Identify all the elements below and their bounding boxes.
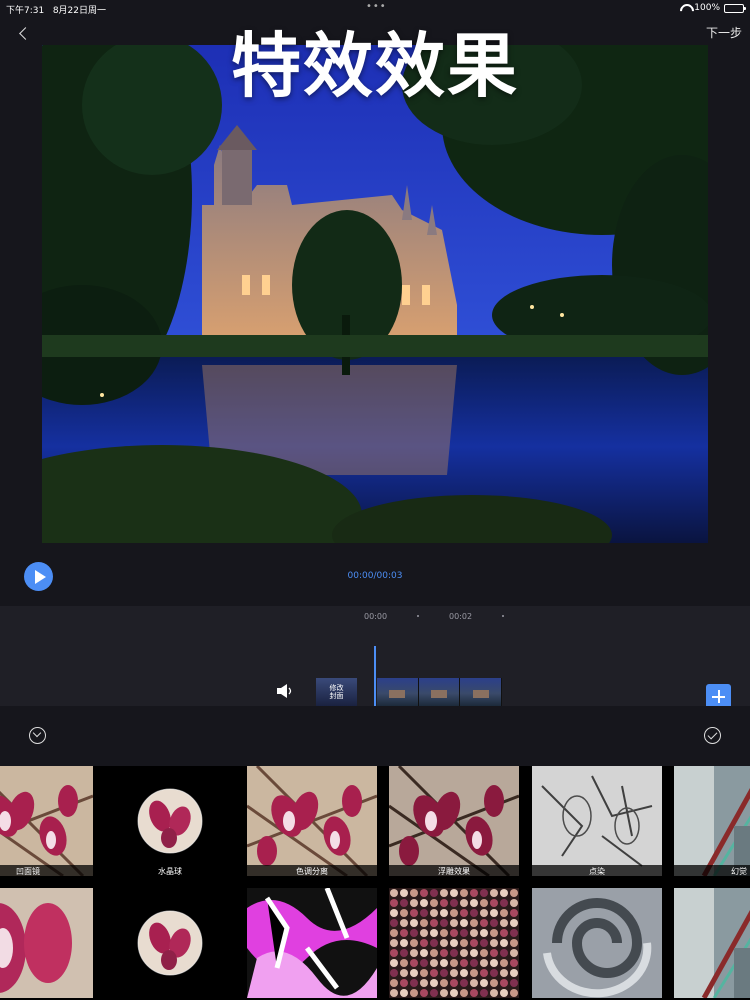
effects-panel-header: [0, 706, 750, 764]
speaker-icon[interactable]: [276, 684, 294, 698]
effect-label: 点染: [532, 865, 662, 876]
effect-thumbnail: [389, 888, 519, 998]
effect-item[interactable]: 凹面镜: [0, 766, 93, 876]
effect-item[interactable]: 幻觉: [674, 766, 750, 876]
effect-item[interactable]: [532, 888, 662, 998]
effect-thumbnail: [674, 766, 750, 876]
effect-item[interactable]: 水晶球: [105, 766, 235, 876]
effect-label: 幻觉: [674, 865, 750, 876]
video-clip[interactable]: [377, 678, 503, 706]
cover-label-line1: 修改: [329, 684, 344, 692]
cover-label-line2: 封面: [329, 692, 344, 700]
time-readout: 00:00/00:03: [347, 571, 403, 581]
timeline-tick-dot: [417, 615, 419, 617]
timeline[interactable]: 00:00 00:02 修改 封面: [0, 606, 750, 709]
effect-item[interactable]: [0, 888, 93, 998]
effect-thumbnail: [0, 888, 93, 998]
effect-thumbnail: [389, 766, 519, 876]
edit-cover-button[interactable]: 修改 封面: [316, 678, 357, 706]
effect-thumbnail: [0, 766, 93, 876]
effect-item[interactable]: [389, 888, 519, 998]
clip-frame: [377, 678, 419, 706]
effect-item[interactable]: 色调分离: [247, 766, 377, 876]
effect-label: 凹面镜: [0, 865, 93, 876]
effect-thumbnail: [532, 888, 662, 998]
effect-label: 色调分离: [247, 865, 377, 876]
effect-thumbnail: [247, 766, 377, 876]
video-preview[interactable]: [42, 45, 708, 543]
effect-thumbnail: [105, 766, 235, 876]
clip-frame: [418, 678, 461, 706]
collapse-icon[interactable]: [29, 727, 46, 744]
timeline-tick: 00:02: [449, 612, 473, 621]
playhead[interactable]: [374, 646, 376, 706]
confirm-icon[interactable]: [704, 727, 721, 744]
effect-thumbnail: [247, 888, 377, 998]
overlay-title: 特效效果: [231, 25, 519, 107]
effect-thumbnail: [105, 888, 235, 998]
effect-item[interactable]: [674, 888, 750, 998]
preview-image: [42, 45, 708, 543]
effect-item[interactable]: [105, 888, 235, 998]
effect-label: 浮雕效果: [389, 865, 519, 876]
timeline-tick: 00:00: [364, 612, 388, 621]
effect-item[interactable]: 浮雕效果: [389, 766, 519, 876]
effect-item[interactable]: [247, 888, 377, 998]
effect-thumbnail: [674, 888, 750, 998]
effect-item[interactable]: 点染: [532, 766, 662, 876]
effects-grid: 凹面镜 水晶球 色调分离 浮雕效果 点染 幻觉: [0, 766, 750, 1000]
clip-frame: [460, 678, 503, 706]
effect-thumbnail: [532, 766, 662, 876]
effect-label: 水晶球: [105, 865, 235, 876]
timeline-tick-dot: [502, 615, 504, 617]
